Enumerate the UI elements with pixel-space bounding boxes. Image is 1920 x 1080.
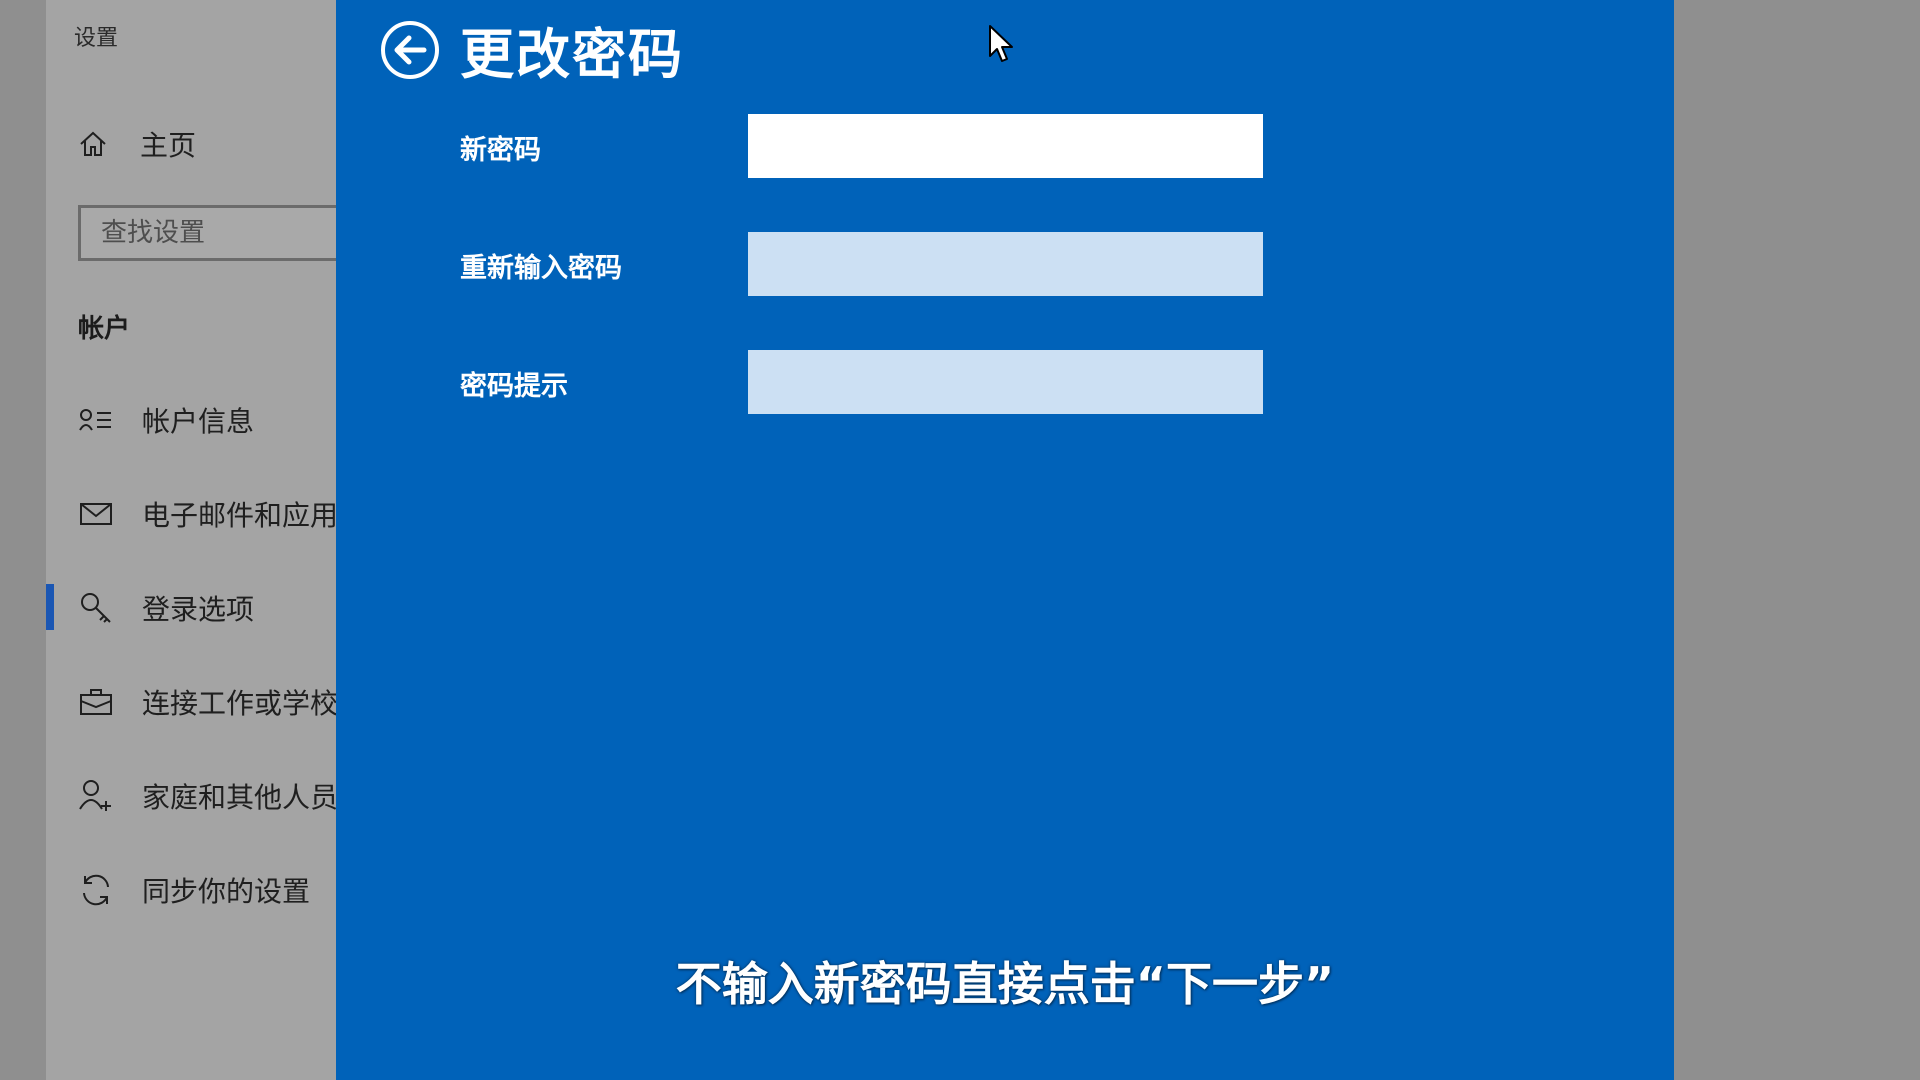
home-icon	[80, 131, 106, 156]
person-add-icon	[78, 778, 114, 814]
new-password-label: 新密码	[460, 135, 541, 166]
sidebar-item-label: 登录选项	[142, 593, 255, 626]
change-password-dialog: 更改密码 新密码 重新输入密码 密码提示 不输入新密码直接点击“下一步”	[336, 0, 1674, 1080]
sidebar-item-work-school[interactable]: 连接工作或学校	[78, 680, 338, 724]
nav-home[interactable]: 主页	[78, 124, 196, 164]
sidebar-item-email[interactable]: 电子邮件和应用	[78, 492, 338, 536]
sidebar-item-label: 连接工作或学校	[142, 687, 339, 720]
new-password-field[interactable]	[748, 114, 1263, 178]
back-button[interactable]	[380, 20, 440, 80]
sidebar-item-label: 电子邮件和应用	[142, 499, 339, 532]
briefcase-icon	[78, 684, 114, 720]
active-indicator	[46, 584, 54, 630]
password-hint-label: 密码提示	[460, 371, 568, 402]
nav-home-label: 主页	[140, 129, 197, 162]
sync-icon	[78, 872, 114, 908]
sidebar-item-label: 帐户信息	[142, 405, 255, 438]
sidebar-item-sign-in-options[interactable]: 登录选项	[78, 586, 254, 630]
section-heading: 帐户	[78, 314, 131, 344]
mouse-cursor-icon	[989, 25, 1013, 62]
sidebar-item-sync[interactable]: 同步你的设置	[78, 868, 310, 912]
sidebar-item-label: 同步你的设置	[142, 875, 311, 908]
sidebar-item-family[interactable]: 家庭和其他人员	[78, 774, 338, 818]
key-icon	[78, 590, 114, 626]
window-title: 设置	[74, 26, 119, 51]
video-subtitle: 不输入新密码直接点击“下一步”	[675, 957, 1335, 1011]
reenter-password-field[interactable]	[748, 232, 1263, 296]
mail-icon	[78, 496, 114, 532]
password-hint-field[interactable]	[748, 350, 1263, 414]
sidebar-item-label: 家庭和其他人员	[142, 781, 339, 814]
back-arrow-icon	[381, 21, 439, 79]
sidebar-item-account-info[interactable]: 帐户信息	[78, 398, 254, 442]
reenter-password-label: 重新输入密码	[460, 253, 622, 284]
account-info-icon	[78, 402, 114, 438]
dialog-title: 更改密码	[460, 23, 684, 86]
